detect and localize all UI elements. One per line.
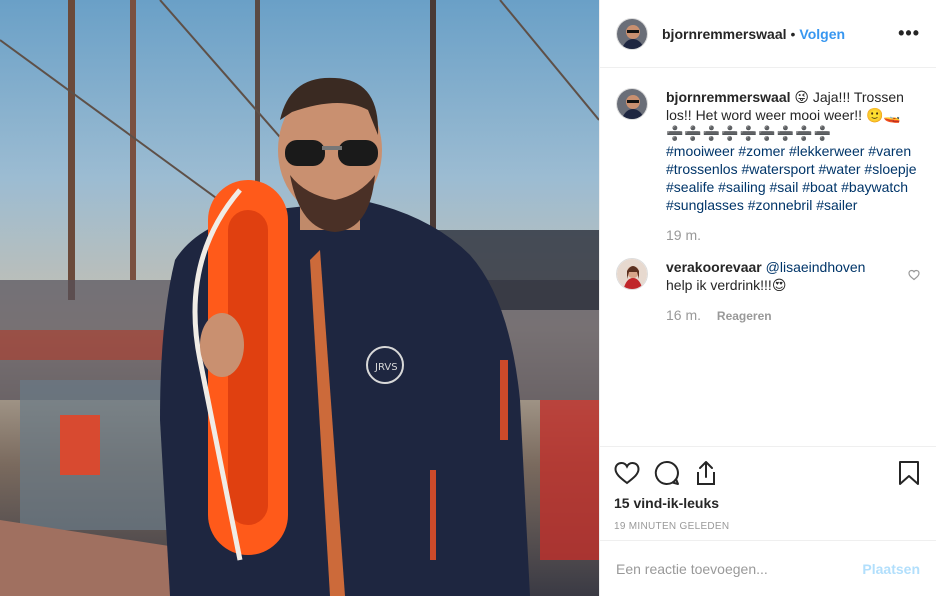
- comments-list[interactable]: bjornremmerswaal 😜 Jaja!!! Trossen los!!…: [600, 68, 936, 446]
- caption-divider: ➗➗➗➗➗➗➗➗➗: [666, 125, 832, 141]
- save-icon[interactable]: [898, 460, 920, 491]
- add-comment-bar: Plaatsen: [600, 540, 936, 596]
- post-header: bjornremmerswaal • Volgen •••: [600, 0, 936, 68]
- comment-item: verakoorevaar @lisaeindhoven help ik ver…: [616, 258, 920, 325]
- post-comment-button[interactable]: Plaatsen: [862, 561, 920, 577]
- caption-hashtags[interactable]: #mooiweer #zomer #lekkerweer #varen #tro…: [666, 143, 917, 213]
- post-timestamp[interactable]: 19 MINUTEN GELEDEN: [614, 521, 920, 532]
- likes-count[interactable]: 15 vind-ik-leuks: [614, 495, 920, 511]
- heart-small-icon[interactable]: [908, 268, 920, 286]
- post-photo[interactable]: JRVS: [0, 0, 599, 596]
- svg-text:JRVS: JRVS: [374, 362, 398, 373]
- follow-button[interactable]: Volgen: [799, 26, 845, 42]
- caption-username[interactable]: bjornremmerswaal: [666, 89, 791, 105]
- more-icon[interactable]: •••: [898, 23, 920, 44]
- caption-time[interactable]: 19 m.: [666, 227, 701, 243]
- post-photo-illustration: JRVS: [0, 0, 599, 596]
- heart-icon[interactable]: [614, 461, 640, 490]
- author-username[interactable]: bjornremmerswaal: [662, 26, 787, 42]
- commenter-username[interactable]: verakoorevaar: [666, 259, 762, 275]
- comment-time[interactable]: 16 m.: [666, 307, 701, 323]
- header-separator: •: [790, 25, 796, 42]
- post-side-panel: bjornremmerswaal • Volgen ••• bjornremme…: [599, 0, 936, 596]
- caption-avatar[interactable]: [616, 88, 648, 120]
- post-actions: 15 vind-ik-leuks 19 MINUTEN GELEDEN: [600, 446, 936, 540]
- comment-mention[interactable]: @lisaeindhoven: [766, 259, 866, 275]
- commenter-avatar[interactable]: [616, 258, 648, 290]
- comment-text: help ik verdrink!!!😍: [666, 277, 787, 293]
- comment-icon[interactable]: [654, 460, 680, 491]
- comment-input[interactable]: [616, 560, 863, 577]
- caption-comment: bjornremmerswaal 😜 Jaja!!! Trossen los!!…: [616, 88, 920, 244]
- reply-button[interactable]: Reageren: [717, 309, 772, 323]
- author-avatar[interactable]: [616, 17, 648, 50]
- share-icon[interactable]: [694, 460, 718, 491]
